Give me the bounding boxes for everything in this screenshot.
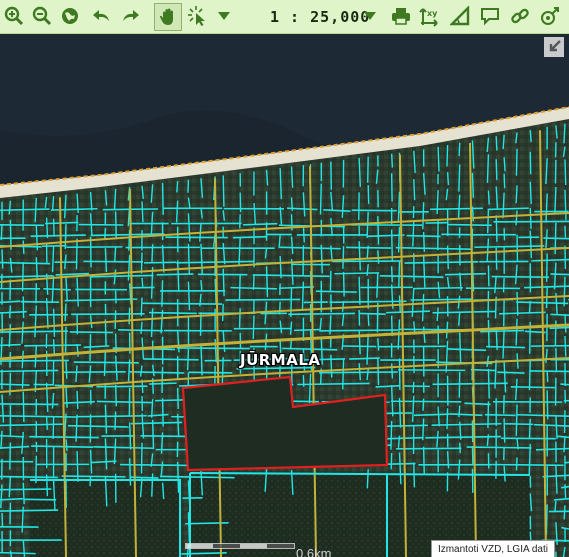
scale-dropdown-icon — [363, 10, 377, 22]
dropdown-icon — [217, 10, 231, 22]
collapse-map-button[interactable] — [543, 36, 565, 58]
select-cursor-icon — [187, 5, 209, 27]
map-canvas[interactable] — [0, 35, 569, 557]
pan-hand-icon — [158, 7, 178, 27]
comment-icon — [480, 6, 500, 26]
redo-button[interactable] — [118, 4, 142, 28]
zoom-out-icon — [32, 6, 52, 26]
scale-bar-label: 0.6km — [296, 546, 332, 557]
forest-block — [30, 480, 180, 557]
redo-icon — [119, 6, 141, 26]
location-icon — [539, 5, 561, 27]
map-attribution: Izmantoti VZD, LGIA dati — [430, 540, 555, 557]
zoom-out-button[interactable] — [30, 4, 54, 28]
print-icon — [391, 6, 411, 26]
comment-button[interactable] — [478, 4, 502, 28]
svg-text:xy: xy — [427, 9, 438, 18]
full-extent-button[interactable] — [58, 4, 82, 28]
pan-tool-button[interactable] — [154, 3, 182, 31]
print-button[interactable] — [389, 4, 413, 28]
scale-bar — [185, 543, 295, 549]
zoom-in-button[interactable] — [2, 4, 26, 28]
coordinates-icon: xy — [419, 5, 441, 27]
undo-button[interactable] — [90, 4, 114, 28]
undo-icon — [91, 6, 113, 26]
measure-button[interactable] — [448, 4, 472, 28]
map-toolbar: 1 : 25,000 xy — [0, 0, 569, 34]
map-scale-value: 1 : 25,000 — [270, 8, 371, 26]
scale-dropdown-button[interactable] — [360, 4, 380, 28]
collapse-arrow-icon — [543, 36, 565, 58]
coordinates-button[interactable]: xy — [418, 4, 442, 28]
link-button[interactable] — [508, 4, 532, 28]
map-view[interactable]: JŪRMALA 0.6km Izmantoti VZD, LGIA dati — [0, 35, 569, 557]
tool-dropdown-button[interactable] — [214, 4, 234, 28]
globe-icon — [60, 6, 80, 26]
measure-icon — [450, 6, 470, 26]
link-icon — [510, 6, 530, 26]
place-label: JŪRMALA — [240, 351, 321, 369]
select-tool-button[interactable] — [186, 4, 210, 28]
location-button[interactable] — [538, 4, 562, 28]
zoom-in-icon — [4, 6, 24, 26]
